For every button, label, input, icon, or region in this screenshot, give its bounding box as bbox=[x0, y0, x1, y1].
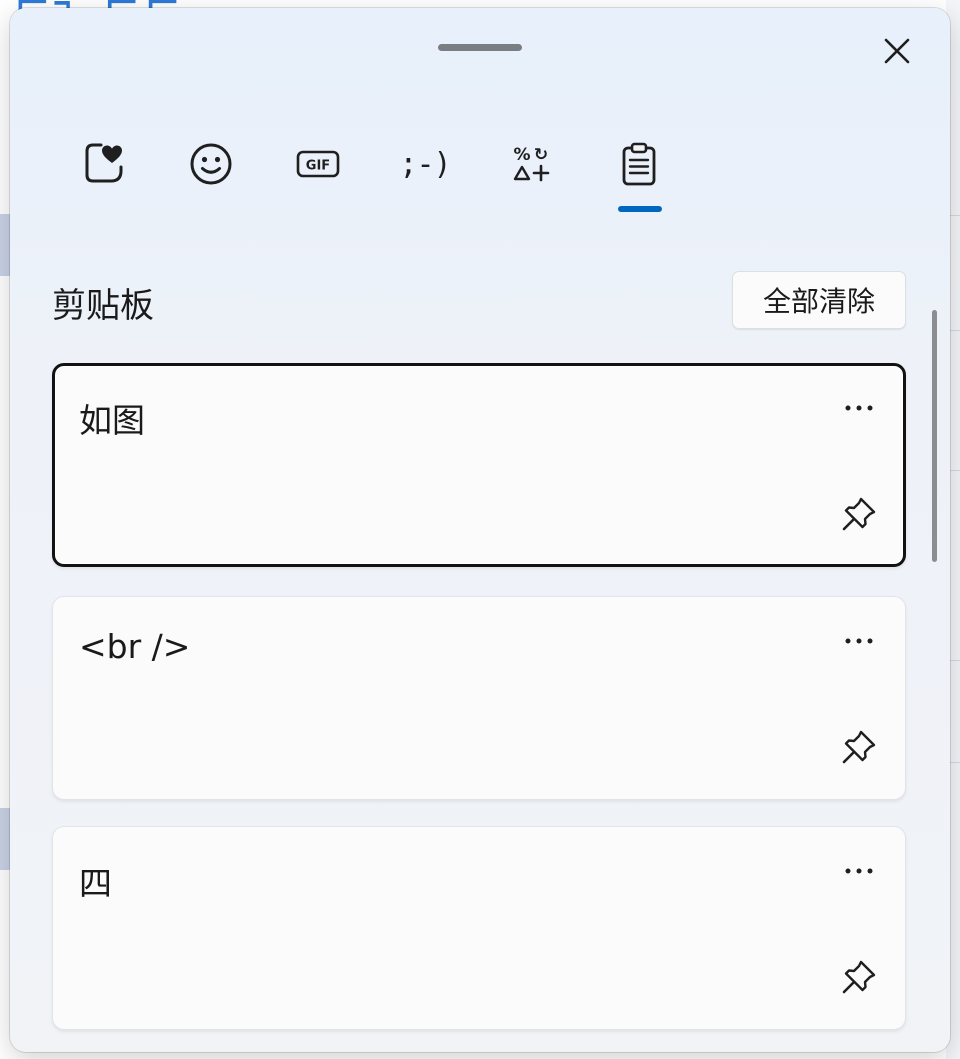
clipboard-item-text: 四 bbox=[79, 864, 112, 903]
clipboard-item-text: <br /> bbox=[79, 627, 191, 666]
scrollbar-thumb[interactable] bbox=[932, 310, 937, 562]
emoji-clipboard-flyout: GIF ;-) % ↻ 剪贴板 全部清除 如图 <br /> 四 bbox=[10, 8, 950, 1052]
pin-icon bbox=[842, 960, 876, 994]
more-icon bbox=[845, 868, 873, 874]
clipboard-title: 剪贴板 bbox=[52, 286, 154, 326]
clipboard-item[interactable]: 如图 bbox=[52, 363, 906, 567]
more-options-button[interactable] bbox=[835, 855, 883, 887]
gif-icon: GIF bbox=[296, 150, 340, 178]
selected-tab-indicator bbox=[618, 206, 662, 212]
smiley-icon bbox=[190, 143, 232, 185]
more-icon bbox=[845, 405, 873, 411]
svg-text:%: % bbox=[513, 145, 530, 165]
gif-icon-label: GIF bbox=[306, 159, 330, 174]
clipboard-item[interactable]: 四 bbox=[52, 826, 906, 1030]
pin-button[interactable] bbox=[835, 953, 883, 1001]
more-options-button[interactable] bbox=[835, 625, 883, 657]
tab-clipboard[interactable] bbox=[607, 132, 671, 196]
clipboard-item[interactable]: <br /> bbox=[52, 596, 906, 800]
tab-gif[interactable]: GIF bbox=[286, 132, 350, 196]
drag-handle[interactable] bbox=[438, 44, 522, 51]
clipboard-icon bbox=[622, 142, 656, 186]
clipboard-item-text: 如图 bbox=[79, 401, 145, 440]
symbols-icon: % ↻ bbox=[513, 145, 550, 182]
tab-kaomoji[interactable]: ;-) bbox=[393, 132, 457, 196]
pin-icon bbox=[842, 497, 876, 531]
pin-icon bbox=[842, 730, 876, 764]
more-options-button[interactable] bbox=[835, 392, 883, 424]
close-icon bbox=[884, 38, 910, 64]
tab-emoji[interactable] bbox=[179, 132, 243, 196]
tab-symbols[interactable]: % ↻ bbox=[500, 132, 564, 196]
more-icon bbox=[845, 638, 873, 644]
heart-sticker-icon bbox=[85, 143, 123, 183]
svg-text:↻: ↻ bbox=[534, 145, 548, 165]
pin-button[interactable] bbox=[835, 490, 883, 538]
tab-recently-used[interactable] bbox=[72, 132, 136, 196]
clear-all-button[interactable]: 全部清除 bbox=[732, 271, 906, 329]
pin-button[interactable] bbox=[835, 723, 883, 771]
close-button[interactable] bbox=[876, 30, 918, 72]
kaomoji-icon: ;-) bbox=[399, 146, 451, 182]
